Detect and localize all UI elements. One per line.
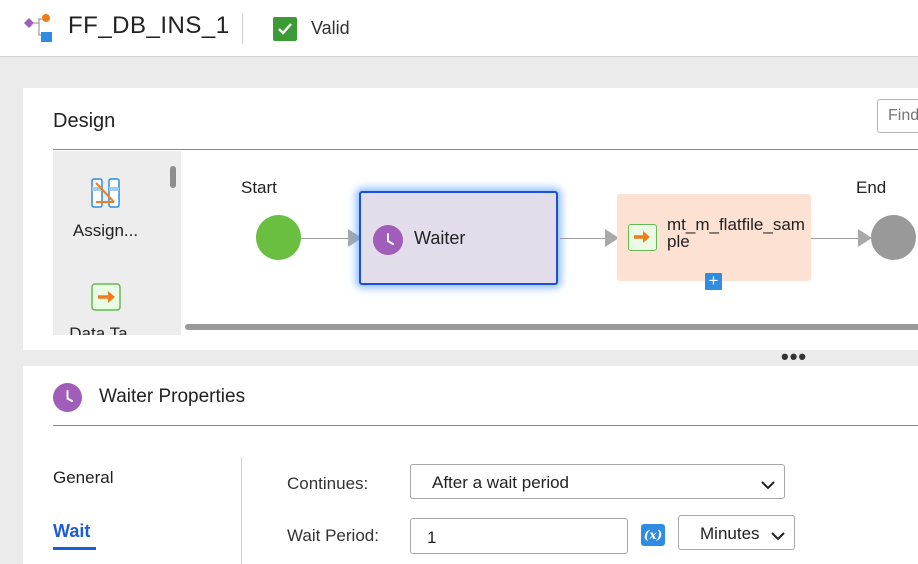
clock-icon	[373, 225, 403, 255]
properties-divider	[53, 425, 918, 426]
start-label: Start	[241, 178, 277, 197]
data-task-icon	[90, 283, 121, 315]
wait-period-label: Wait Period:	[287, 526, 379, 545]
end-node[interactable]	[871, 215, 916, 260]
continues-select[interactable]: After a wait period	[410, 464, 785, 499]
connector-line	[811, 238, 861, 239]
design-title: Design	[53, 110, 116, 132]
connector-arrow	[858, 229, 872, 247]
tab-general[interactable]: General	[53, 468, 113, 488]
waiter-step[interactable]: Waiter	[359, 191, 558, 285]
step-palette: Assign... Data Ta...	[53, 151, 181, 335]
properties-title: Waiter Properties	[99, 386, 246, 407]
more-options-icon[interactable]: •••	[781, 346, 807, 368]
header-bar: FF_DB_INS_1 Valid	[0, 0, 918, 57]
start-node[interactable]	[256, 215, 301, 260]
find-input[interactable]	[877, 99, 918, 133]
valid-check-icon	[273, 17, 297, 41]
expression-button[interactable]: (x)	[641, 524, 665, 546]
connector-line	[301, 238, 351, 239]
palette-label: Data Ta...	[69, 324, 142, 335]
palette-item-assignment[interactable]: Assign...	[53, 178, 158, 241]
end-label: End	[856, 178, 887, 197]
tabs-divider	[241, 457, 242, 564]
continues-value: After a wait period	[432, 473, 570, 492]
active-tab-indicator	[53, 547, 96, 550]
palette-scrollbar[interactable]	[170, 166, 176, 188]
wait-period-value: 1	[427, 528, 437, 547]
tab-wait[interactable]: Wait	[53, 521, 90, 542]
canvas-scrollbar[interactable]	[185, 324, 918, 330]
palette-label: Assign...	[72, 221, 139, 240]
header-divider	[242, 13, 243, 44]
wait-period-input[interactable]: 1	[410, 518, 628, 554]
data-task-step[interactable]: mt_m_flatfile_sample +	[617, 194, 811, 290]
chevron-down-icon	[761, 475, 775, 495]
design-canvas[interactable]: Start Waiter mt_m_flatfile_sample + End	[181, 151, 918, 335]
chevron-down-icon	[771, 526, 785, 546]
unit-value: Minutes	[700, 524, 760, 543]
continues-label: Continues:	[287, 474, 369, 493]
design-panel: Design Assign...	[23, 88, 918, 350]
properties-panel: Waiter Properties General Wait Continues…	[23, 366, 918, 564]
unit-select[interactable]: Minutes	[678, 515, 795, 550]
connector-line	[560, 238, 608, 239]
palette-item-data-task[interactable]: Data Ta...	[53, 283, 158, 335]
add-step-button[interactable]: +	[705, 272, 722, 290]
design-divider	[53, 149, 918, 150]
task-label: mt_m_flatfile_sample	[667, 215, 805, 251]
assignment-icon	[90, 178, 122, 212]
clock-icon	[53, 383, 82, 412]
page-title: FF_DB_INS_1	[68, 12, 230, 39]
process-flow-icon	[22, 13, 56, 43]
data-task-icon	[628, 224, 657, 251]
status-label: Valid	[311, 18, 350, 38]
waiter-label: Waiter	[414, 228, 466, 248]
